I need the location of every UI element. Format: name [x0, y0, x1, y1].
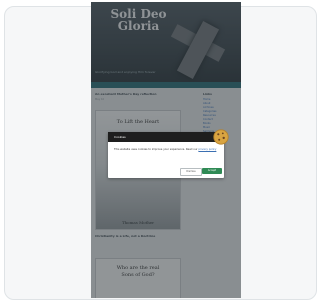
privacy-policy-link[interactable]: privacy policy: [198, 148, 216, 151]
dialog-message: This website uses cookies to improve you…: [114, 148, 198, 151]
dialog-body: This website uses cookies to improve you…: [114, 148, 218, 151]
cookie-icon: [213, 129, 229, 145]
accept-button[interactable]: Accept: [202, 168, 222, 174]
dialog-header: Cookies: [108, 132, 224, 142]
dialog-title: Cookies: [114, 135, 126, 139]
cookie-consent-dialog: Cookies This website uses cookies to imp…: [108, 132, 224, 178]
dismiss-button[interactable]: Dismiss: [180, 168, 202, 176]
